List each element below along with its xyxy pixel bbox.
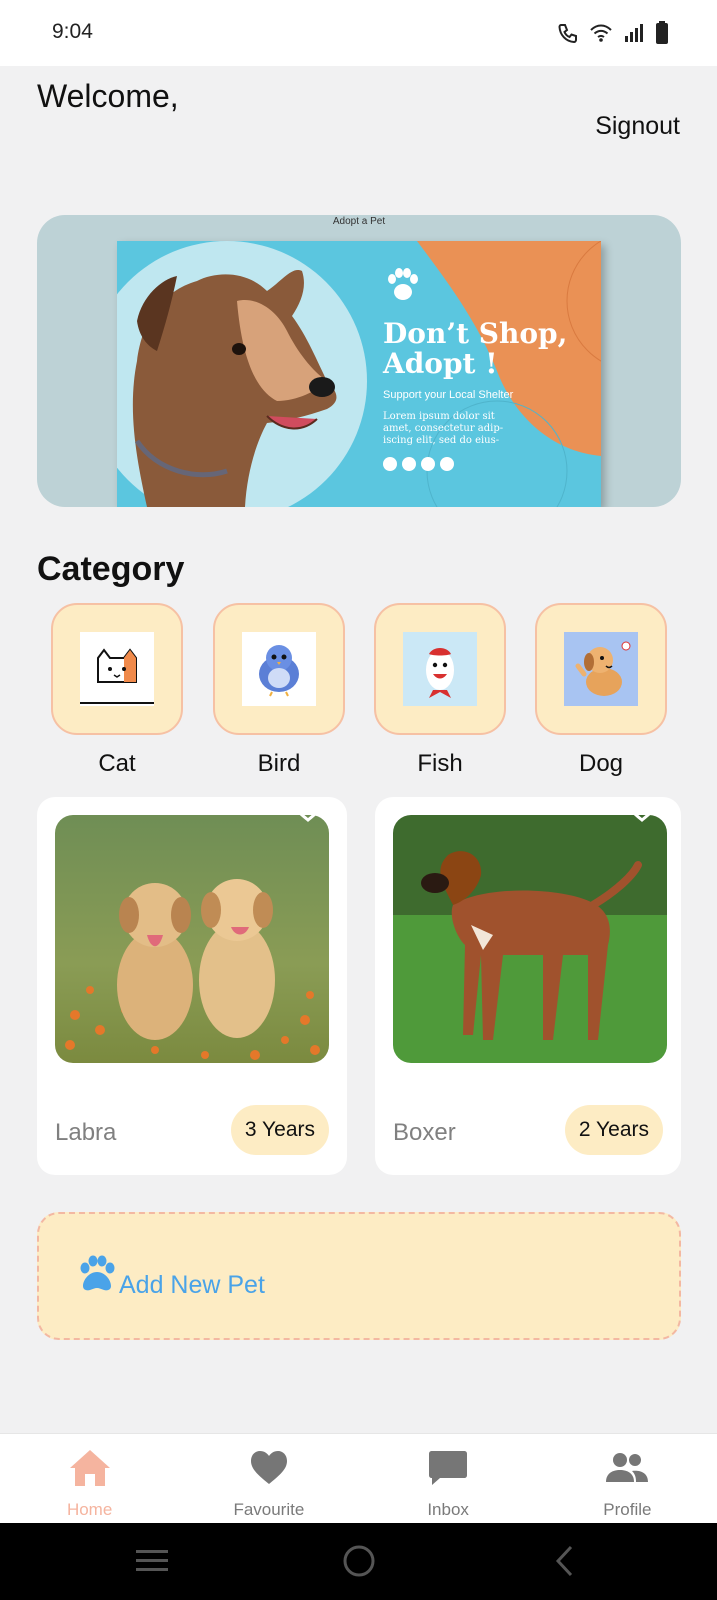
poster-body-text: Lorem ipsum dolor sit amet, consectetur …: [383, 411, 504, 446]
nav-label: Inbox: [427, 1500, 469, 1519]
heart-icon: [247, 1446, 291, 1490]
add-new-pet-label: Add New Pet: [119, 1271, 265, 1299]
wifi-calling-icon: [558, 24, 577, 44]
favorite-heart-icon[interactable]: [287, 797, 329, 823]
nav-label: Home: [66, 1500, 113, 1519]
paw-icon: [80, 1255, 115, 1291]
poster-headline: Don’t Shop, Adopt !: [383, 317, 568, 380]
pet-age-badge: 2 Years: [564, 1105, 663, 1155]
instagram-icon: [383, 457, 397, 471]
adopt-banner[interactable]: Adopt a Pet Don’t Shop, Adopt ! Support …: [37, 215, 681, 507]
recent-apps-icon[interactable]: [132, 1541, 172, 1581]
whatsapp-icon: [440, 457, 454, 471]
status-icons: [557, 20, 669, 46]
category-tile[interactable]: [51, 603, 183, 735]
category-label: Dog: [578, 750, 624, 777]
nav-label: Favourite: [233, 1500, 305, 1519]
cat-icon: [80, 632, 154, 706]
nav-item-favourite[interactable]: Favourite: [179, 1434, 358, 1523]
chat-icon: [426, 1446, 470, 1490]
dog-icon: [564, 632, 638, 706]
bird-icon: [242, 632, 316, 706]
status-time: 9:04: [52, 20, 93, 43]
poster-subline: Support your Local Shelter: [383, 389, 514, 401]
home-icon: [68, 1446, 112, 1490]
pet-name: Boxer: [393, 1119, 456, 1146]
facebook-icon: [402, 457, 416, 471]
welcome-heading: Welcome,: [37, 78, 179, 114]
category-cat[interactable]: Cat: [51, 603, 183, 778]
pet-name: Labra: [55, 1119, 117, 1146]
favorite-heart-icon[interactable]: [621, 797, 663, 823]
category-dog[interactable]: Dog: [535, 603, 667, 778]
poster-social-icons: [383, 457, 593, 471]
pet-card-boxer[interactable]: Boxer 2 Years: [375, 797, 681, 1175]
fish-icon: [403, 632, 477, 706]
nav-item-profile[interactable]: Profile: [538, 1434, 717, 1523]
adopt-poster-image: Don’t Shop, Adopt ! Support your Local S…: [117, 241, 601, 507]
people-icon: [605, 1446, 649, 1490]
signal-icon: [625, 24, 643, 42]
category-tile[interactable]: [213, 603, 345, 735]
category-label: Bird: [257, 750, 301, 777]
twitter-icon: [421, 457, 435, 471]
nav-label: Profile: [603, 1500, 652, 1519]
nav-item-inbox[interactable]: Inbox: [359, 1434, 538, 1523]
pet-age-badge: 3 Years: [230, 1105, 329, 1155]
pet-photo-boxer: [393, 815, 667, 1063]
category-tile[interactable]: [374, 603, 506, 735]
status-bar: 9:04: [0, 0, 717, 66]
system-navigation-bar: [0, 1523, 717, 1600]
wifi-icon: [590, 24, 612, 42]
paw-icon: [388, 268, 418, 300]
poster-text: Don’t Shop, Adopt ! Support your Local S…: [383, 267, 593, 471]
category-bird[interactable]: Bird: [213, 603, 345, 778]
pet-photo-labra: [55, 815, 329, 1063]
nav-item-home[interactable]: Home: [0, 1434, 179, 1523]
category-fish[interactable]: Fish: [374, 603, 506, 778]
category-heading: Category: [37, 550, 185, 588]
bottom-navigation: Home Favourite Inbox Profile: [0, 1433, 717, 1523]
home-circle-icon[interactable]: [339, 1541, 379, 1581]
banner-caption: Adopt a Pet: [332, 216, 386, 227]
back-icon[interactable]: [545, 1541, 585, 1581]
category-label: Fish: [417, 750, 463, 777]
category-label: Cat: [98, 750, 136, 777]
category-tile[interactable]: [535, 603, 667, 735]
battery-icon: [656, 21, 668, 44]
signout-button[interactable]: Signout: [595, 112, 680, 141]
pet-card-labra[interactable]: Labra 3 Years: [37, 797, 347, 1175]
add-new-pet-button[interactable]: Add New Pet: [37, 1212, 681, 1340]
